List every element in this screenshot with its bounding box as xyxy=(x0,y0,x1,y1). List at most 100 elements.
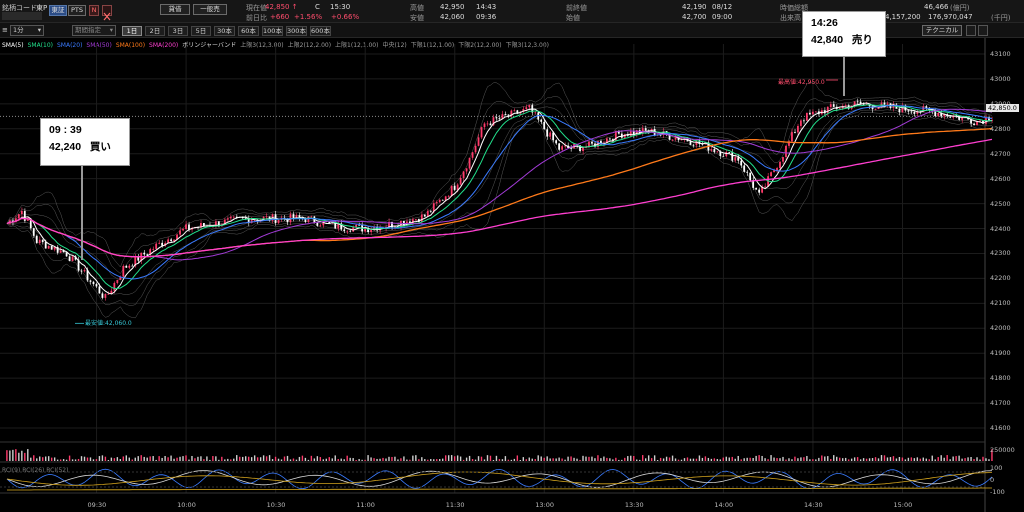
candle-body xyxy=(307,216,310,222)
chart-menu-toggle[interactable]: ≡ xyxy=(2,26,8,34)
current-price-tag: 42,850.0 xyxy=(986,104,1019,112)
x-tick-6: 13:30 xyxy=(624,501,644,509)
purchase-button[interactable]: 貸借 xyxy=(160,4,190,15)
candle-body xyxy=(525,107,528,110)
timeframe-0[interactable]: 1日 xyxy=(122,26,142,36)
timeframe-2[interactable]: 3日 xyxy=(168,26,188,36)
code-field[interactable] xyxy=(2,12,42,20)
period-select[interactable]: 1分 ▾ xyxy=(10,25,44,36)
volume-bar xyxy=(955,456,957,461)
timeframe-8[interactable]: 600本 xyxy=(310,26,331,36)
candle-body xyxy=(173,239,175,241)
volume-bar xyxy=(149,456,151,461)
volume-bar xyxy=(985,458,987,461)
volume-bar xyxy=(134,457,136,461)
volume-bar xyxy=(430,458,432,461)
volume-bar xyxy=(624,457,626,461)
volume-bar xyxy=(310,455,313,461)
volume-bar xyxy=(743,458,745,461)
volume-bar xyxy=(331,458,333,461)
bollinger-lower-2 xyxy=(6,109,993,306)
timeframe-5[interactable]: 60本 xyxy=(238,26,259,36)
volume-bar xyxy=(770,455,772,461)
candle-body xyxy=(782,157,784,162)
candle-body xyxy=(734,157,737,161)
volume-bar xyxy=(725,456,727,461)
sma-line-200 xyxy=(6,138,993,258)
margin-sell-button[interactable]: 一般売 xyxy=(193,4,227,15)
sell-price: 42,840 xyxy=(811,34,844,46)
bollinger-lower-3 xyxy=(6,111,993,319)
volume-bar xyxy=(185,455,187,461)
candle-body xyxy=(814,111,817,113)
settings-icon[interactable] xyxy=(966,25,976,36)
timeframe-3[interactable]: 5日 xyxy=(191,26,211,36)
volume-bar xyxy=(247,456,250,461)
candle-body xyxy=(468,157,471,169)
candle-body xyxy=(59,250,62,253)
sell-action: 売り xyxy=(851,34,873,46)
news-button[interactable]: N xyxy=(89,5,99,16)
y-tick-11: 42000 xyxy=(990,324,1011,333)
volume-value: 4,157,200 xyxy=(885,13,921,21)
volume-bar xyxy=(558,457,560,461)
timeframe-6[interactable]: 100本 xyxy=(262,26,283,36)
volume-bar xyxy=(71,459,74,461)
volume-bar xyxy=(298,456,301,461)
open-value: 42,700 xyxy=(682,13,707,21)
candle-body xyxy=(471,152,474,158)
candle-body xyxy=(898,108,901,113)
timeframe-1[interactable]: 2日 xyxy=(145,26,165,36)
volume-bar xyxy=(197,456,199,461)
exchange-toggle-pts[interactable]: PTS xyxy=(68,5,86,16)
oscillator-legend: RCI(9) RCI(26) RCI(52) xyxy=(2,467,69,474)
volume-bar xyxy=(513,458,516,461)
range-select[interactable]: 期間指定 ▾ xyxy=(72,25,116,36)
candle-body xyxy=(26,219,29,221)
volume-bar xyxy=(543,457,545,461)
volume-bar xyxy=(382,457,384,461)
candle-body xyxy=(856,101,859,103)
volume-bar xyxy=(433,459,435,461)
volume-bar xyxy=(859,459,862,461)
volume-bar xyxy=(403,456,405,461)
alert-icon[interactable] xyxy=(102,5,112,21)
candle-body xyxy=(528,105,531,108)
volume-bar xyxy=(203,459,205,461)
timeframe-7[interactable]: 300本 xyxy=(286,26,307,36)
candle-body xyxy=(38,239,41,243)
volume-bar xyxy=(152,456,154,461)
timeframe-4[interactable]: 30本 xyxy=(214,26,235,36)
volume-bar xyxy=(892,456,895,461)
volume-bar xyxy=(797,458,799,461)
sma-line-100 xyxy=(6,127,993,258)
volume-bar xyxy=(83,456,86,461)
x-tick-3: 11:00 xyxy=(356,501,375,509)
candle-body xyxy=(17,214,20,219)
volume-bar xyxy=(361,459,363,461)
volume-bar xyxy=(564,459,566,461)
volume-bar xyxy=(806,455,808,461)
volume-bar xyxy=(782,456,784,461)
volume-bar xyxy=(450,455,453,461)
candle-body xyxy=(101,293,104,298)
volume-bar xyxy=(874,457,877,461)
volume-bar xyxy=(391,456,393,461)
volume-bar xyxy=(242,456,244,461)
volume-bar xyxy=(818,457,820,461)
candle-body xyxy=(937,112,940,117)
volume-bar xyxy=(492,459,495,461)
volume-bar xyxy=(639,459,641,461)
volume-bar xyxy=(262,455,265,461)
volume-bar xyxy=(274,456,277,461)
technical-button[interactable]: テクニカル xyxy=(922,25,962,36)
price-chart[interactable] xyxy=(0,38,1024,512)
y-tick-8: 42300 xyxy=(990,249,1011,258)
volume-bar xyxy=(710,458,713,461)
current-price: 42,850 ↑ xyxy=(265,3,298,11)
volume-bar xyxy=(821,455,823,461)
candle-body xyxy=(689,141,692,145)
candle-body xyxy=(89,280,92,282)
drawing-tool-icon[interactable] xyxy=(978,25,988,36)
exchange-toggle-sor[interactable]: 東証 xyxy=(49,5,67,16)
